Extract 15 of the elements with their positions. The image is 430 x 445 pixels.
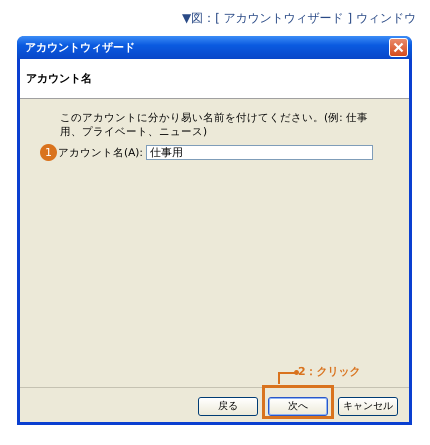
step-badge: 1 — [40, 144, 57, 161]
close-button[interactable] — [389, 38, 408, 57]
instruction-text: このアカウントに分かり易い名前を付けてください。(例: 仕事用、プライベート、ニュース) — [60, 111, 369, 139]
account-name-field[interactable]: 仕事用 — [146, 145, 373, 160]
highlight-frame — [262, 385, 334, 420]
wizard-button[interactable]: 戻る — [198, 396, 258, 416]
callout-label: 2：クリック — [298, 364, 361, 380]
field-label: アカウント名(A): — [58, 146, 144, 160]
figure-caption: ▼図：[ アカウントウィザード ] ウィンドウ — [182, 10, 416, 26]
leader-line — [278, 372, 296, 384]
wizard-button[interactable]: キャンセル — [338, 396, 398, 416]
window-title: アカウントウィザード — [25, 40, 135, 55]
page-title: アカウント名 — [26, 72, 92, 85]
wizard-button[interactable]: 次へ — [268, 396, 328, 416]
close-icon — [393, 42, 404, 53]
